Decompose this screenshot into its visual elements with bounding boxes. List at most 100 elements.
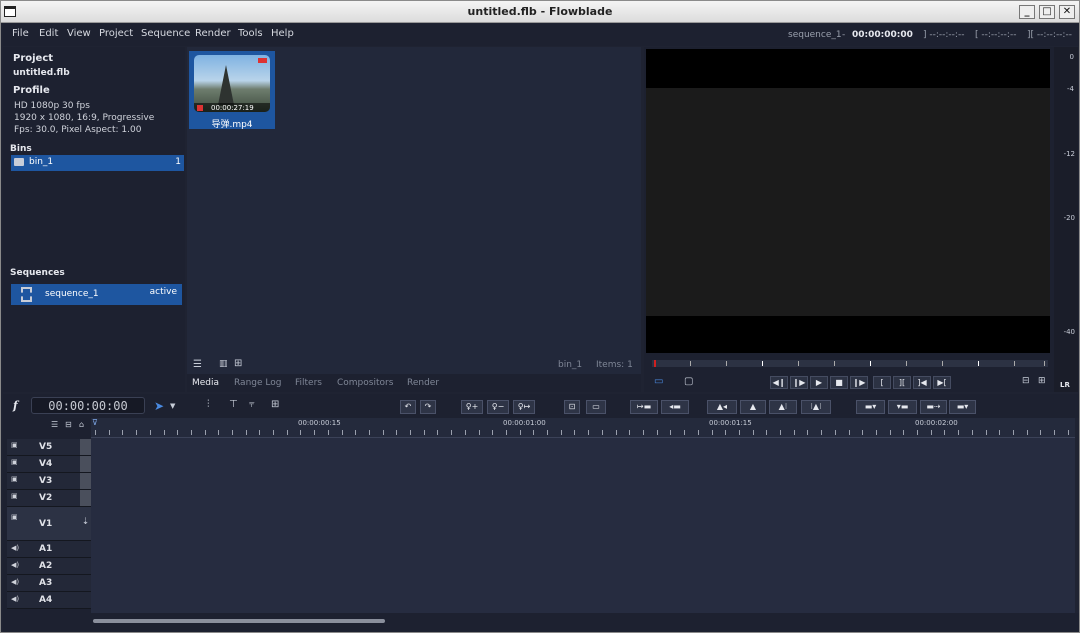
redo-button[interactable]: ↷ — [420, 400, 436, 414]
monitor-compare-icon[interactable]: ⊞ — [1038, 376, 1046, 386]
small-icons-icon[interactable]: ▥ — [219, 359, 228, 369]
tab-compositors[interactable]: Compositors — [337, 378, 393, 388]
track-a1[interactable]: ◀) A1 — [7, 541, 91, 558]
ruler-tick — [931, 430, 932, 435]
track-v3[interactable]: ▣ V3 — [7, 473, 91, 490]
mark-in-button[interactable]: [ — [873, 376, 891, 389]
lock-icon[interactable]: ⌂ — [79, 420, 84, 429]
list-view-icon[interactable]: ☰ — [193, 359, 202, 370]
time-ruler[interactable]: ⊽ 00:00:00:15 00:00:01:00 00:00:01:15 00… — [91, 418, 1075, 438]
overwrite-range-button[interactable]: ⁝▲⁝ — [801, 400, 831, 414]
tab-filters[interactable]: Filters — [295, 378, 322, 388]
playhead-icon[interactable]: ⊽ — [92, 418, 98, 427]
move-up-button[interactable]: ▾▬ — [888, 400, 917, 414]
track-name: V3 — [39, 476, 53, 486]
pointer-tool-icon[interactable]: ➤ — [154, 399, 164, 413]
position-bar[interactable] — [652, 360, 1048, 367]
sync-icon[interactable]: ⇣ — [80, 507, 91, 540]
ruler-tick — [890, 430, 891, 435]
speaker-icon[interactable]: ◀) — [11, 595, 19, 603]
speaker-icon[interactable]: ◀) — [11, 578, 19, 586]
lift-clip-button[interactable]: ▬▾ — [949, 400, 976, 414]
ruler-tick — [369, 430, 370, 435]
ruler-tick — [862, 430, 863, 435]
snap-icon[interactable]: ⫧ — [249, 399, 255, 410]
speaker-icon[interactable]: ◀) — [11, 544, 19, 552]
menu-render[interactable]: Render — [195, 28, 231, 39]
menu-tools[interactable]: Tools — [238, 28, 263, 39]
sequence-item[interactable]: sequence_1 active — [11, 284, 182, 305]
track-a2[interactable]: ◀) A2 — [7, 558, 91, 575]
track-visibility-icon[interactable]: ▣ — [11, 458, 18, 466]
track-visibility-icon[interactable]: ▣ — [11, 513, 18, 521]
insert-button[interactable]: ▲◂ — [707, 400, 737, 414]
film-icon — [21, 287, 32, 302]
horizontal-scrollbar[interactable] — [93, 619, 385, 623]
track-visibility-icon[interactable]: ▣ — [11, 441, 18, 449]
to-mark-out-button[interactable]: ▶[ — [933, 376, 951, 389]
bin-item[interactable]: bin_1 1 — [11, 155, 184, 171]
stop-button[interactable]: ■ — [830, 376, 848, 389]
next-frame-button[interactable]: ❙▶ — [850, 376, 868, 389]
track-visibility-icon[interactable]: ▣ — [11, 475, 18, 483]
menu-sequence[interactable]: Sequence — [141, 28, 190, 39]
range-marker-button[interactable]: ♀↦ — [513, 400, 535, 414]
ruler-tick — [259, 430, 260, 435]
zoom-fit-icon[interactable]: ⫶ — [207, 399, 210, 410]
track-v4[interactable]: ▣ V4 — [7, 456, 91, 473]
prev-frame-button[interactable]: ◀❙ — [770, 376, 788, 389]
to-mark-in-button[interactable]: ]◀ — [913, 376, 931, 389]
timeline-canvas[interactable]: ⊽ 00:00:00:15 00:00:01:00 00:00:01:15 00… — [91, 418, 1075, 613]
ruler-tick — [917, 430, 918, 435]
speaker-icon[interactable]: ◀) — [11, 561, 19, 569]
expand-tracks-icon[interactable]: ☰ — [51, 420, 58, 429]
track-visibility-icon[interactable]: ▣ — [11, 492, 18, 500]
ruler-tick — [972, 430, 973, 435]
menu-file[interactable]: File — [12, 28, 29, 39]
remove-marker-button[interactable]: ♀− — [487, 400, 509, 414]
append-button[interactable]: ▲ — [740, 400, 766, 414]
chevron-down-icon[interactable]: ▼ — [170, 402, 175, 410]
maximize-button[interactable]: □ — [1039, 5, 1055, 19]
lift-button[interactable]: ↦▬ — [630, 400, 658, 414]
menu-edit[interactable]: Edit — [39, 28, 58, 39]
minimize-button[interactable]: _ — [1019, 5, 1035, 19]
track-v5[interactable]: ▣ V5 — [7, 439, 91, 456]
timeline-view-icon[interactable]: ▭ — [654, 376, 663, 387]
clip-view-icon[interactable]: ▢ — [684, 376, 693, 387]
ruler-tick — [1013, 430, 1014, 435]
ruler-tick — [164, 430, 165, 435]
sequence-name: sequence_1 — [45, 289, 99, 299]
menu-help[interactable]: Help — [271, 28, 294, 39]
track-a3[interactable]: ◀) A3 — [7, 575, 91, 592]
play-back-button[interactable]: ❙▶ — [790, 376, 808, 389]
media-item[interactable]: 00:00:27:19 导弹.mp4 — [189, 51, 275, 130]
menu-project[interactable]: Project — [99, 28, 133, 39]
large-icons-icon[interactable]: ⊞ — [234, 358, 242, 369]
split-clip-button[interactable]: ▭ — [586, 400, 606, 414]
track-v1[interactable]: ▣ V1 ⇣ — [7, 507, 91, 541]
tab-range-log[interactable]: Range Log — [234, 378, 281, 388]
ruler-tick — [944, 430, 945, 435]
clear-marks-button[interactable]: ][ — [893, 376, 911, 389]
tab-render[interactable]: Render — [407, 378, 439, 388]
play-button[interactable]: ▶ — [810, 376, 828, 389]
monitor-layout-icon[interactable]: ⊟ — [1022, 376, 1030, 386]
zoom-in-icon[interactable]: ⊤ — [229, 399, 238, 410]
menu-view[interactable]: View — [67, 28, 91, 39]
overwrite-button[interactable]: ▲⁝ — [769, 400, 797, 414]
delete-range-button[interactable]: ◂▬ — [661, 400, 689, 414]
close-button[interactable]: ✕ — [1059, 5, 1075, 19]
add-marker-button[interactable]: ♀+ — [461, 400, 483, 414]
resync-button[interactable]: ⊡ — [564, 400, 580, 414]
move-down-button[interactable]: ▬▾ — [856, 400, 885, 414]
media-panel: 00:00:27:19 导弹.mp4 ☰ ▥ ⊞ bin_1 Items: 1 … — [187, 47, 641, 392]
swap-button[interactable]: ▬⇢ — [920, 400, 947, 414]
ruler-tick — [780, 430, 781, 435]
track-a4[interactable]: ◀) A4 — [7, 592, 91, 609]
tab-media[interactable]: Media — [192, 378, 219, 388]
track-v2[interactable]: ▣ V2 — [7, 490, 91, 507]
track-height-icon[interactable]: ⊟ — [65, 420, 72, 429]
split-icon[interactable]: ⊞ — [271, 399, 279, 410]
undo-button[interactable]: ↶ — [400, 400, 416, 414]
